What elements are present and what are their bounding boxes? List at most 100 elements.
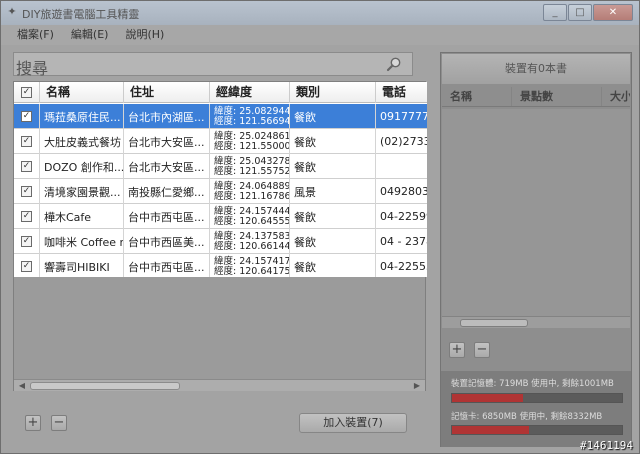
row-checkbox-cell: ✓ <box>14 104 40 129</box>
cell-coordinates: 緯度: 25.043278 經度: 121.557528 <box>210 154 290 179</box>
menu-bar: 檔案(F) 編輯(E) 說明(H) <box>1 25 639 45</box>
row-checkbox-cell: ✓ <box>14 179 40 204</box>
table-row[interactable]: ✓ 樺木Cafe 台中市西屯區... 緯度: 24.157444 經度: 120.… <box>14 204 427 229</box>
menu-file[interactable]: 檔案(F) <box>17 25 54 45</box>
cell-address: 台北市大安區... <box>124 154 210 179</box>
app-icon: ✦ <box>7 5 17 18</box>
column-header-address[interactable]: 住址 <box>124 82 210 103</box>
select-all-cell: ✓ <box>14 82 40 103</box>
table-row[interactable]: ✓ 清境家園景觀... 南投縣仁愛鄉... 緯度: 24.064889 經度: 1… <box>14 179 427 204</box>
device-column-poi-count[interactable]: 景點數 <box>512 87 602 106</box>
cell-longitude: 經度: 121.566944 <box>214 115 290 127</box>
row-checkbox-cell: ✓ <box>14 229 40 254</box>
search-icon[interactable] <box>386 56 402 72</box>
add-poi-button[interactable]: + <box>25 415 41 431</box>
cell-address: 南投縣仁愛鄉... <box>124 179 210 204</box>
cell-category: 餐飲 <box>290 104 376 129</box>
search-placeholder: 搜尋 <box>16 59 49 78</box>
cell-address: 台北市內湖區... <box>124 104 210 129</box>
device-column-name[interactable]: 名稱 <box>442 87 512 106</box>
cell-latitude: 緯度: 24.064889 <box>214 180 290 192</box>
scroll-left-arrow-icon[interactable]: ◀ <box>16 380 28 391</box>
table-row[interactable]: ✓ 瑪菈桑原住民... 台北市內湖區... 緯度: 25.082944 經度: 1… <box>14 104 427 129</box>
row-checkbox[interactable]: ✓ <box>21 211 32 222</box>
window-title: DIY旅遊書電腦工具精靈 <box>22 8 140 21</box>
table-row[interactable]: ✓ DOZO 創作和... 台北市大安區... 緯度: 25.043278 經度:… <box>14 154 427 179</box>
cell-category: 餐飲 <box>290 129 376 154</box>
cell-name: 清境家園景觀... <box>40 179 124 204</box>
device-memory-fill <box>452 394 524 402</box>
app-window: ✦ DIY旅遊書電腦工具精靈 _ □ ✕ 檔案(F) 編輯(E) 說明(H) 搜… <box>0 0 640 454</box>
cell-longitude: 經度: 121.550000 <box>214 140 290 152</box>
cell-latitude: 緯度: 25.082944 <box>214 105 290 117</box>
device-column-size[interactable]: 大小 <box>602 87 630 106</box>
cell-address: 台中市西屯區... <box>124 204 210 229</box>
row-checkbox[interactable]: ✓ <box>21 236 32 247</box>
cell-longitude: 經度: 120.661444 <box>214 240 290 252</box>
remove-poi-button[interactable]: − <box>51 415 67 431</box>
table-row[interactable]: ✓ 大肚皮義式餐坊 台北市大安區... 緯度: 25.024861 經度: 121… <box>14 129 427 154</box>
title-bar: ✦ DIY旅遊書電腦工具精靈 _ □ ✕ <box>1 1 639 25</box>
cell-address: 台中市西區美... <box>124 229 210 254</box>
column-header-name[interactable]: 名稱 <box>40 82 124 103</box>
cell-coordinates: 緯度: 24.157444 經度: 120.645556 <box>210 204 290 229</box>
close-button[interactable]: ✕ <box>593 4 633 21</box>
row-checkbox[interactable]: ✓ <box>21 261 32 272</box>
cell-longitude: 經度: 121.557528 <box>214 165 290 177</box>
row-checkbox-cell: ✓ <box>14 154 40 179</box>
device-memory-label: 裝置記憶體: 719MB 使用中, 剩餘1001MB <box>451 379 614 389</box>
table-row[interactable]: ✓ 咖啡米 Coffee me 台中市西區美... 緯度: 24.137583經… <box>14 229 427 254</box>
table-row[interactable]: ✓ 響壽司HIBIKI 台中市西屯區... 緯度: 24.157417 經度: 1… <box>14 254 427 277</box>
card-memory-bar <box>451 425 623 435</box>
row-checkbox[interactable]: ✓ <box>21 161 32 172</box>
menu-help[interactable]: 說明(H) <box>125 25 164 45</box>
maximize-button[interactable]: □ <box>568 4 592 21</box>
cell-name: DOZO 創作和... <box>40 154 124 179</box>
cell-category: 風景 <box>290 179 376 204</box>
card-memory-fill <box>452 426 529 434</box>
scroll-right-arrow-icon[interactable]: ▶ <box>411 380 423 391</box>
add-device-book-button[interactable]: + <box>449 342 465 358</box>
cell-phone: 04 - 237871 <box>380 235 427 248</box>
cell-phone: 04-2259900 <box>380 210 427 223</box>
table-header: ✓ 名稱 住址 經緯度 類別 電話 <box>14 82 427 103</box>
row-checkbox[interactable]: ✓ <box>21 186 32 197</box>
cell-coordinates: 緯度: 24.157417 經度: 120.641750 <box>210 254 290 277</box>
cell-latitude: 緯度: 25.043278 <box>214 155 290 167</box>
column-header-phone[interactable]: 電話 <box>376 82 427 103</box>
cell-phone: (02)2733-14 <box>380 135 427 148</box>
column-header-category[interactable]: 類別 <box>290 82 376 103</box>
cell-address: 台北市大安區... <box>124 129 210 154</box>
watermark-id: #1461194 <box>580 439 633 452</box>
table-horizontal-scrollbar[interactable]: ◀ ▶ <box>14 379 425 391</box>
cell-name: 樺木Cafe <box>40 204 124 229</box>
search-input[interactable]: 搜尋 <box>13 52 413 78</box>
row-checkbox[interactable]: ✓ <box>21 111 32 122</box>
add-to-device-button[interactable]: 加入裝置(7) <box>299 413 407 433</box>
row-checkbox[interactable]: ✓ <box>21 136 32 147</box>
row-checkbox-cell: ✓ <box>14 254 40 277</box>
device-table-header: 名稱 景點數 大小 <box>442 87 630 107</box>
poi-table-panel: ✓ 名稱 住址 經緯度 類別 電話 ✓ 瑪菈桑原住民... 台北市內湖區... … <box>13 81 427 391</box>
cell-latitude: 緯度: 24.157417 <box>214 255 290 267</box>
minimize-button[interactable]: _ <box>543 4 567 21</box>
storage-info: 裝置記憶體: 719MB 使用中, 剩餘1001MB 記憶卡: 6850MB 使… <box>441 371 631 447</box>
menu-edit[interactable]: 編輯(E) <box>71 25 109 45</box>
cell-longitude: 經度: 120.641750 <box>214 265 290 277</box>
cell-category: 餐飲 <box>290 204 376 229</box>
cell-latitude: 緯度: 24.157444 <box>214 205 290 217</box>
column-header-coordinates[interactable]: 經緯度 <box>210 82 290 103</box>
cell-longitude: 經度: 120.645556 <box>214 215 290 227</box>
cell-longitude: 經度: 121.167861 <box>214 190 290 202</box>
cell-name: 響壽司HIBIKI <box>40 254 124 277</box>
select-all-checkbox[interactable]: ✓ <box>21 87 32 98</box>
poi-table: ✓ 名稱 住址 經緯度 類別 電話 ✓ 瑪菈桑原住民... 台北市內湖區... … <box>14 82 427 277</box>
remove-device-book-button[interactable]: − <box>474 342 490 358</box>
scrollbar-thumb[interactable] <box>460 319 528 327</box>
device-horizontal-scrollbar[interactable] <box>442 316 630 328</box>
scrollbar-thumb[interactable] <box>30 382 180 390</box>
cell-category: 餐飲 <box>290 154 376 179</box>
device-panel-header: 裝置有0本書 <box>442 54 630 84</box>
cell-category: 餐飲 <box>290 254 376 277</box>
cell-category: 餐飲 <box>290 229 376 254</box>
